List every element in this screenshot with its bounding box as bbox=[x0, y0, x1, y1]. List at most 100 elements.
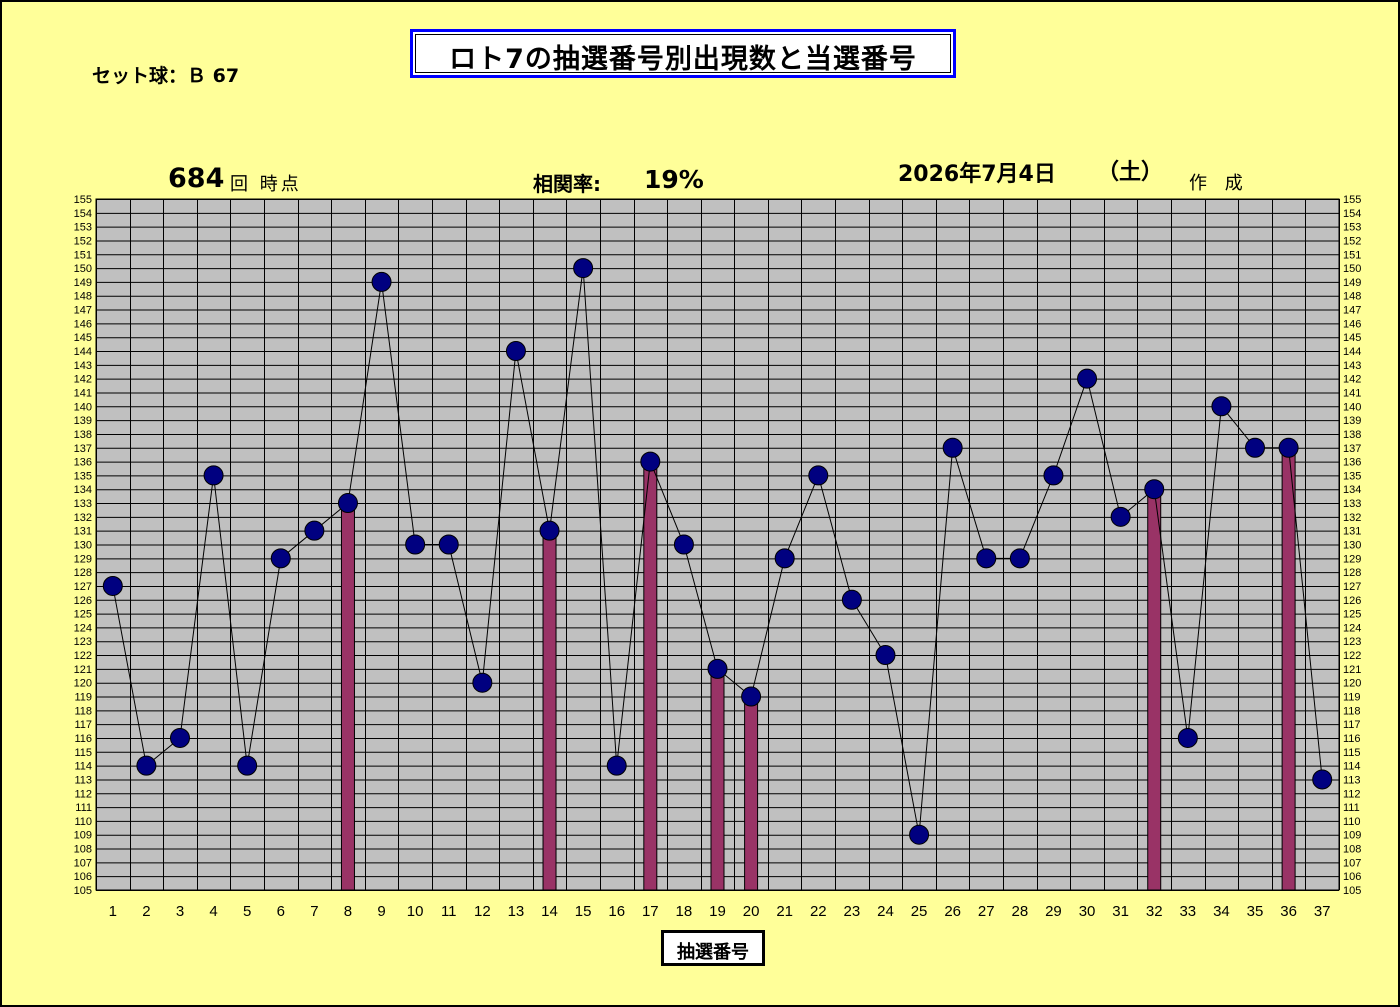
y-tick-label-right: 134 bbox=[1343, 484, 1361, 496]
y-tick-label-left: 149 bbox=[74, 277, 92, 289]
y-tick-label-left: 116 bbox=[74, 733, 92, 745]
y-tick-label-right: 106 bbox=[1343, 871, 1361, 883]
x-tick-label: 20 bbox=[743, 903, 760, 920]
y-tick-label-right: 124 bbox=[1343, 622, 1361, 634]
y-tick-label-right: 143 bbox=[1343, 360, 1361, 372]
y-tick-label-right: 150 bbox=[1343, 263, 1361, 275]
y-tick-label-right: 128 bbox=[1343, 567, 1361, 579]
x-tick-label: 5 bbox=[243, 903, 251, 920]
appearance-count-marker bbox=[875, 645, 896, 666]
appearance-count-marker bbox=[304, 520, 325, 541]
y-tick-label-right: 110 bbox=[1343, 816, 1361, 828]
y-tick-label-left: 144 bbox=[74, 346, 92, 358]
y-tick-label-right: 129 bbox=[1343, 553, 1361, 565]
y-tick-label-left: 140 bbox=[74, 401, 92, 413]
appearance-count-marker bbox=[673, 534, 694, 555]
appearance-count-marker bbox=[774, 548, 795, 569]
appearance-count-marker bbox=[1043, 465, 1064, 486]
y-tick-label-left: 129 bbox=[74, 553, 92, 565]
y-tick-label-left: 120 bbox=[74, 678, 92, 690]
appearance-count-marker bbox=[472, 672, 493, 693]
y-tick-label-right: 146 bbox=[1343, 318, 1361, 330]
y-tick-label-left: 138 bbox=[74, 429, 92, 441]
y-tick-label-left: 130 bbox=[74, 540, 92, 552]
y-tick-label-right: 154 bbox=[1343, 208, 1361, 220]
x-axis-title-box: 抽選番号 bbox=[661, 930, 765, 966]
appearance-count-marker bbox=[539, 520, 560, 541]
appearance-count-marker bbox=[741, 686, 762, 707]
y-tick-label-left: 153 bbox=[74, 222, 92, 234]
x-tick-label: 34 bbox=[1213, 903, 1230, 920]
winning-number-bar bbox=[542, 530, 557, 891]
y-tick-label-right: 148 bbox=[1343, 291, 1361, 303]
y-tick-label-left: 145 bbox=[74, 332, 92, 344]
y-tick-label-left: 112 bbox=[74, 788, 92, 800]
y-tick-label-right: 149 bbox=[1343, 277, 1361, 289]
appearance-count-marker bbox=[976, 548, 997, 569]
appearance-count-marker bbox=[270, 548, 291, 569]
appearance-count-marker bbox=[237, 755, 258, 776]
y-tick-label-left: 134 bbox=[74, 484, 92, 496]
y-tick-label-right: 109 bbox=[1343, 830, 1361, 842]
x-tick-label: 36 bbox=[1280, 903, 1297, 920]
x-tick-label: 9 bbox=[377, 903, 385, 920]
x-tick-label: 28 bbox=[1012, 903, 1029, 920]
y-tick-label-left: 106 bbox=[74, 871, 92, 883]
y-tick-label-right: 141 bbox=[1343, 387, 1361, 399]
x-tick-label: 27 bbox=[978, 903, 995, 920]
x-tick-label: 21 bbox=[776, 903, 793, 920]
y-tick-label-left: 118 bbox=[74, 705, 92, 717]
y-tick-label-left: 108 bbox=[74, 844, 92, 856]
x-tick-label: 17 bbox=[642, 903, 659, 920]
x-axis-title: 抽選番号 bbox=[677, 942, 749, 963]
appearance-count-marker bbox=[102, 575, 123, 596]
x-tick-label: 31 bbox=[1112, 903, 1129, 920]
x-tick-label: 12 bbox=[474, 903, 491, 920]
x-tick-label: 4 bbox=[209, 903, 217, 920]
y-tick-label-right: 118 bbox=[1343, 705, 1361, 717]
y-tick-label-right: 115 bbox=[1343, 747, 1361, 759]
y-tick-label-left: 150 bbox=[74, 263, 92, 275]
y-tick-label-left: 141 bbox=[74, 387, 92, 399]
y-tick-label-left: 154 bbox=[74, 208, 92, 220]
y-tick-label-left: 152 bbox=[74, 235, 92, 247]
x-tick-label: 23 bbox=[844, 903, 861, 920]
winning-number-bar bbox=[1281, 447, 1296, 891]
y-tick-label-left: 127 bbox=[74, 581, 92, 593]
y-tick-label-left: 111 bbox=[75, 802, 92, 814]
y-tick-label-right: 139 bbox=[1343, 415, 1361, 427]
y-tick-label-left: 155 bbox=[74, 194, 92, 206]
y-tick-label-left: 148 bbox=[74, 291, 92, 303]
x-tick-label: 11 bbox=[441, 903, 457, 920]
appearance-count-marker bbox=[1110, 506, 1131, 527]
x-tick-label: 32 bbox=[1146, 903, 1163, 920]
y-tick-label-right: 138 bbox=[1343, 429, 1361, 441]
y-tick-label-right: 136 bbox=[1343, 457, 1361, 469]
y-tick-label-right: 140 bbox=[1343, 401, 1361, 413]
y-tick-label-right: 105 bbox=[1343, 885, 1361, 897]
y-tick-label-left: 117 bbox=[74, 719, 92, 731]
y-tick-label-right: 133 bbox=[1343, 498, 1361, 510]
y-tick-label-left: 107 bbox=[74, 857, 92, 869]
y-tick-label-left: 131 bbox=[74, 526, 92, 538]
y-tick-label-left: 122 bbox=[74, 650, 92, 662]
x-tick-label: 18 bbox=[676, 903, 693, 920]
x-tick-label: 8 bbox=[344, 903, 352, 920]
y-tick-label-left: 119 bbox=[74, 692, 92, 704]
x-tick-label: 15 bbox=[575, 903, 592, 920]
appearance-count-marker bbox=[371, 271, 392, 292]
x-tick-label: 2 bbox=[142, 903, 150, 920]
y-tick-label-right: 142 bbox=[1343, 374, 1361, 386]
x-tick-label: 19 bbox=[709, 903, 726, 920]
y-tick-label-left: 105 bbox=[74, 885, 92, 897]
x-tick-label: 33 bbox=[1179, 903, 1196, 920]
x-tick-label: 14 bbox=[541, 903, 558, 920]
appearance-count-marker bbox=[1211, 396, 1232, 417]
y-tick-label-left: 126 bbox=[74, 595, 92, 607]
y-tick-label-right: 123 bbox=[1343, 636, 1361, 648]
y-tick-label-right: 108 bbox=[1343, 844, 1361, 856]
y-tick-label-left: 139 bbox=[74, 415, 92, 427]
y-tick-label-right: 137 bbox=[1343, 443, 1361, 455]
x-tick-label: 22 bbox=[810, 903, 827, 920]
x-tick-label: 24 bbox=[877, 903, 894, 920]
